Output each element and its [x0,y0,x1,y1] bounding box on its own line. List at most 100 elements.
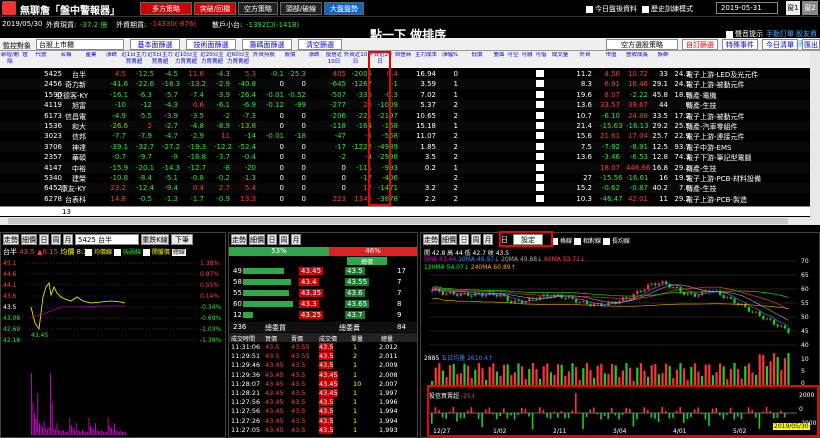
book-tab-trend[interactable]: 走勢 [231,234,247,245]
k-tab-trend[interactable]: 走勢 [423,234,439,245]
col-header-6[interactable]: 近1日主力買賣超 [121,52,147,67]
col-header-1[interactable]: 燈 [20,52,30,67]
col-header-3[interactable]: 名稱 [52,52,80,67]
col-header-21[interactable]: 雙面 [492,52,506,67]
col-header-11[interactable]: 外資持股 [251,52,277,67]
col-header-0[interactable]: 新增/刪除 [0,52,20,67]
col-header-26[interactable]: 外資 [572,52,598,67]
today-data-check[interactable]: 今日盤後資料 [586,4,637,14]
col-header-5[interactable]: 漲跌 [102,52,121,67]
book-tab-month[interactable]: 月 [291,234,301,245]
tab-market[interactable]: 大盤盤勢 [324,2,364,15]
row-checkbox[interactable] [536,111,544,119]
col-header-19[interactable]: 漲幅% [438,52,462,67]
tab-breakout[interactable]: 突破/回檔 [194,2,236,15]
k-tab-detail[interactable]: 細價 [441,234,457,245]
col-header-10[interactable]: 近60日主力買賣超 [225,52,251,67]
history-mode-check[interactable]: 歷史訓練模式 [642,4,693,14]
date-field[interactable]: 2019-05-31 [716,2,778,14]
sound-check[interactable]: 聲音提示 [726,29,763,39]
col-header-25[interactable]: 成交量 [548,52,572,67]
col-header-23[interactable]: 可融 [520,52,534,67]
row-checkbox[interactable] [536,90,544,98]
row-checkbox[interactable] [536,142,544,150]
k-tab-month[interactable]: 月 [483,234,493,245]
col-header-20[interactable]: 低價 [462,52,492,67]
manual-order-link[interactable]: 手動訂單 [766,29,794,39]
col-header-14[interactable]: 投信近10日 [325,52,343,67]
table-row[interactable]: 2357 華碩 -0.7 -9.7 -9 -16.8 -3.7 -0.4 0 0 -2 -4 -2998… [0,152,810,163]
special-event-button[interactable]: 特殊事件 [722,39,758,50]
window-1-button[interactable]: 窗1 [786,1,800,15]
col-header-29[interactable]: 族群 [650,52,676,67]
col-header-17[interactable]: 自營商 [392,52,414,67]
col-header-8[interactable]: 近10日主力買賣超 [173,52,199,67]
table-row[interactable]: 1536 和大 -26.6 2 -2.7 -4.8 -8.9 -13.8 0 0 -118 -164-… [0,121,810,131]
row-checkbox[interactable] [536,80,544,88]
technical-filter-button[interactable]: 技術面篩選 [186,39,236,50]
col-header-18[interactable]: 主力成本 [414,52,438,67]
grid-hscroll[interactable] [0,217,820,225]
col-header-9[interactable]: 近20日主力買賣超 [199,52,225,67]
add-kline-button[interactable]: 重跌K線 [141,234,169,245]
tab-day[interactable]: 日 [39,234,49,245]
table-row[interactable]: 4119 旭富 -10 -12 -4.3 0.6 -6.1 -6.9 -0.12 -99 -277 2… [0,100,810,111]
table-row[interactable]: 2456 奇力新 -41.6 -22.6 -18.3 -13.2 -2.9 -40.8 0 0 -6… [0,79,810,90]
next-button[interactable]: 下筆 [171,234,193,245]
col-header-12[interactable]: 股價 [277,52,303,67]
tab-long-strategy[interactable]: 多方策略 [140,2,192,15]
table-row[interactable]: 6173 信昌電 -4.9 -5.5 -3.9 -3.5 -2 -7.3 0 0 -206 -221-… [0,110,810,121]
cell-g: 2 [453,101,458,110]
col-header-4[interactable]: 產業 [80,52,102,67]
tab-week[interactable]: 周 [51,234,61,245]
col-header-7[interactable]: 近5日主力買賣超 [147,52,173,67]
today-list-button[interactable]: 今日清單 [762,39,798,50]
tab-trend[interactable]: 走勢 [3,234,19,245]
table-row[interactable]: 4147 中裕 -15.9 -20.1 -14.3 -12.7 -8 -20 0 0 0 -111 -9… [0,162,810,173]
col-header-22[interactable]: 可空 [506,52,520,67]
short-strategy-button[interactable]: 空方選股策略 [606,39,678,50]
table-row[interactable]: 6452 康友-KY 23.2 -12.4 -9.4 0.4 2.7 5.4 0 0 0 17 -147… [0,183,810,194]
row-checkbox[interactable] [536,153,544,161]
table-row[interactable]: 5425 台半 4.5 -12.5 -4.5 11.6 -4.3 5.3 -0.1 -25.3 40… [0,69,810,79]
clear-filter-button[interactable]: 清空篩選 [298,39,342,50]
watch-select[interactable]: 台股上市櫃 [36,39,124,50]
k-options[interactable]: 格線 相對線 長均線 [551,236,630,245]
tab-short-strategy[interactable]: 空方策略 [238,2,278,15]
tab-detail[interactable]: 細價 [21,234,37,245]
row-checkbox[interactable] [536,184,544,192]
row-checkbox[interactable] [536,163,544,171]
book-tab-day[interactable]: 日 [267,234,277,245]
tab-top-break[interactable]: 頭部/破線 [280,2,322,15]
k-tab-day[interactable]: 日 [459,234,469,245]
table-row[interactable]: 6278 台表科 14.8 -0.5 -1.3 -1.7 -0.9 13.3 0 0 223 1345… [0,193,810,204]
row-checkbox[interactable] [536,194,544,202]
table-row[interactable]: 3023 信邦 -7.7 -7.9 -4.7 -2.9 11 -14 -0.01 -18 -47 -5… [0,131,810,142]
row-checkbox[interactable] [536,174,544,181]
book-tab-week[interactable]: 周 [279,234,289,245]
row-checkbox[interactable] [536,101,544,109]
window-2-button[interactable]: 窗2 [802,1,818,15]
col-header-15[interactable]: 外資近10日 [343,52,368,67]
k-tab-week[interactable]: 周 [471,234,481,245]
col-header-28[interactable]: 營收成長 [624,52,650,67]
custom-filter-button[interactable]: 自訂篩選 [682,39,718,50]
col-header-24[interactable]: 可借 [534,52,548,67]
table-row[interactable]: 5340 建榮 -10.8 -8.4 -5.1 -0.8 -0.2 -1.3 0 0 0 -17 -40… [0,173,810,183]
col-header-2[interactable]: 代號 [30,52,52,67]
table-row[interactable]: 1590 亞德客-KY -16.1 -6.3 -5.7 -7.4 -3.9 -26.4 -0.0… [0,89,810,100]
grid-vscroll[interactable] [810,51,820,217]
chip-filter-button[interactable]: 籌碼面篩選 [242,39,292,50]
tab-month[interactable]: 月 [63,234,73,245]
minute-legend[interactable]: 均價線 強弱線 開盤價 總線 [85,247,186,256]
row-checkbox[interactable] [536,132,544,140]
fundamental-filter-button[interactable]: 基本面篩選 [130,39,180,50]
table-row[interactable]: 3706 神達 -39.1 -32.7 -27.2 -19.3 -12.2 -52.4 0 0 -1… [0,141,810,152]
col-header-27[interactable]: 市值 [598,52,624,67]
book-tab-detail[interactable]: 細價 [249,234,265,245]
row-checkbox[interactable] [536,122,544,129]
row-checkbox[interactable] [536,70,544,77]
stock-select[interactable]: 5425 台半 [75,234,139,245]
favorites-link[interactable]: 股友資訊 [796,29,820,49]
col-header-13[interactable]: 漲跌 [303,52,325,67]
